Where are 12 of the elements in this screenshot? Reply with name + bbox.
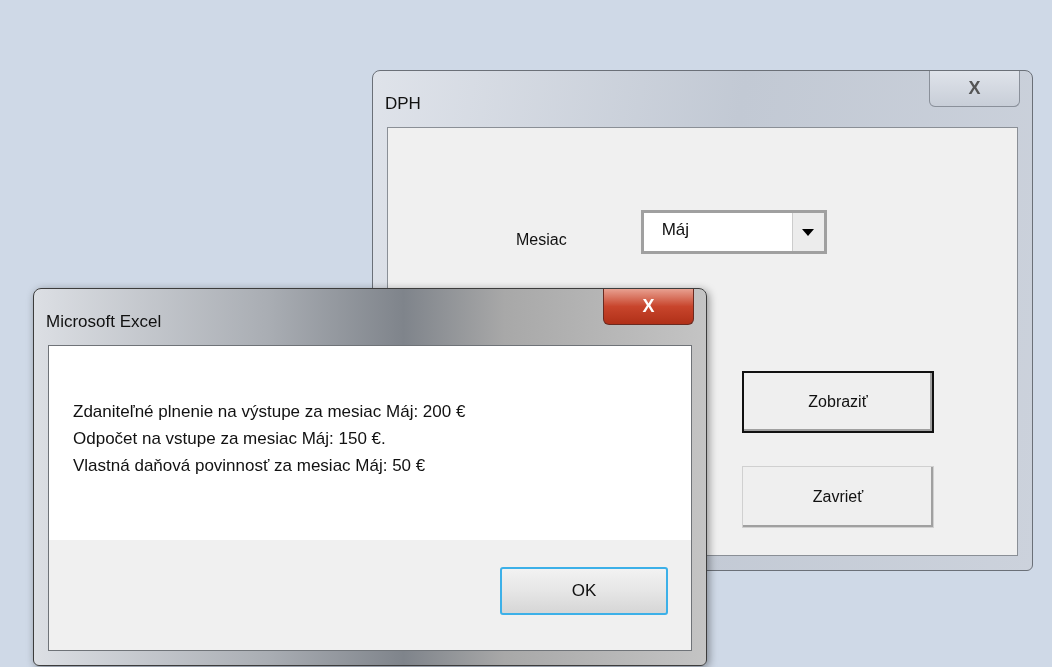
dialog-button[interactable]: Zobraziť: [742, 371, 934, 433]
message-text: Odpočet na vstupe za mesiac Máj: 150 €.: [73, 428, 387, 450]
field-label: Mesiac: [516, 230, 567, 250]
month-dropdown[interactable]: Máj: [640, 210, 827, 254]
window-title: Microsoft Excel: [46, 311, 162, 333]
message-text: Vlastná daňová povinnosť za mesiac Máj: 50 €: [73, 455, 427, 477]
close-button[interactable]: X: [929, 71, 1020, 107]
ok-button[interactable]: OK: [500, 567, 668, 615]
dialog-button[interactable]: Zavrieť: [742, 466, 934, 528]
message-text: Zdaniteľné plnenie na výstupe za mesiac Máj: 200 €: [73, 401, 467, 423]
window-title: DPH: [385, 93, 421, 115]
close-button[interactable]: X: [603, 289, 694, 325]
